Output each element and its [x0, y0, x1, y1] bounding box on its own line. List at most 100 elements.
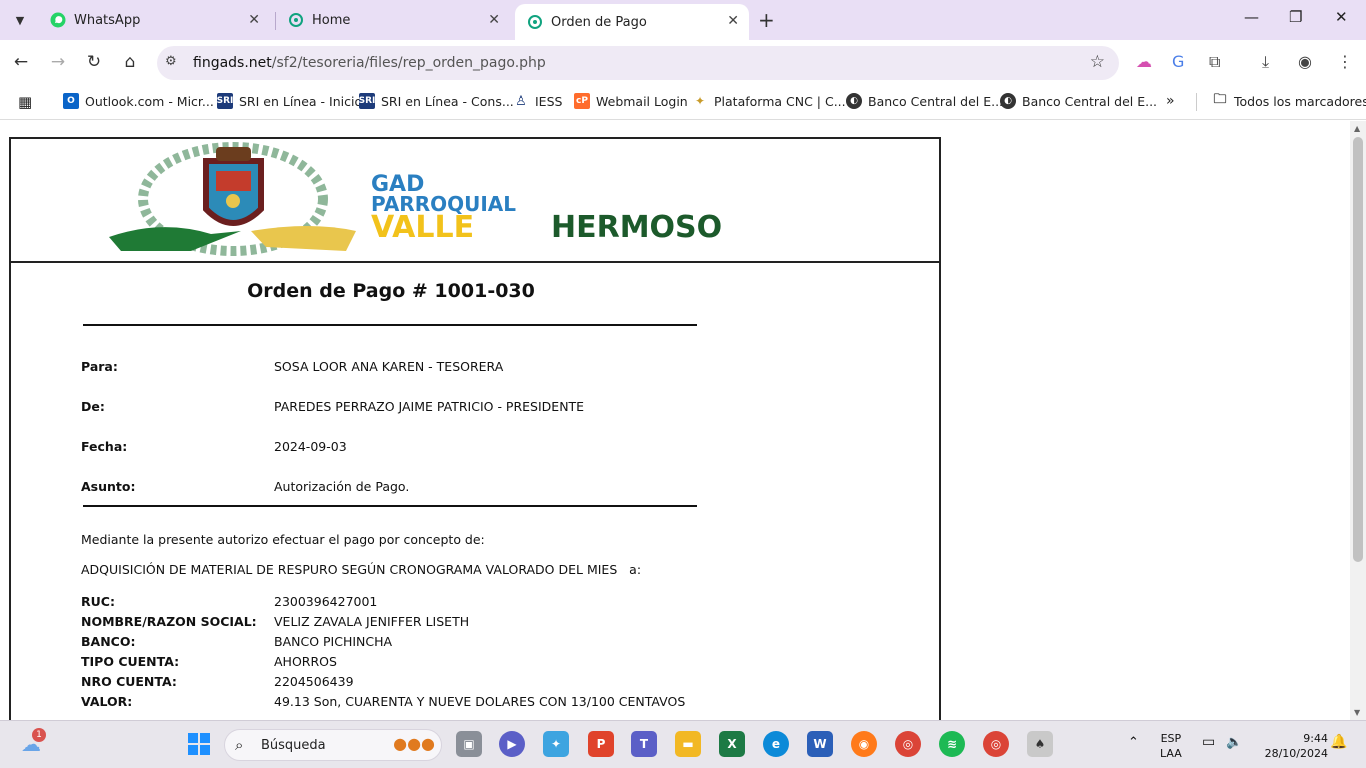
bookmark-banco-central-1[interactable]: ◐ Banco Central del E...: [846, 93, 1003, 109]
tab-home[interactable]: Home ✕: [276, 6, 510, 34]
para-label: Para:: [81, 359, 118, 374]
pdf-reader-icon[interactable]: P: [588, 731, 614, 757]
close-window-button[interactable]: ✕: [1335, 8, 1348, 26]
close-icon[interactable]: ✕: [488, 12, 500, 28]
spotify-icon[interactable]: ≋: [939, 731, 965, 757]
cloud-extension-icon[interactable]: ☁: [1136, 52, 1152, 71]
cnc-icon: ✦: [692, 93, 708, 109]
file-explorer-icon[interactable]: ▬: [675, 731, 701, 757]
all-bookmarks-folder[interactable]: 🗀 Todos los marcadores: [1212, 92, 1366, 109]
bookmark-label: Banco Central del E...: [868, 93, 1004, 109]
new-tab-button[interactable]: +: [758, 8, 775, 32]
notification-bell-icon[interactable]: 🔔: [1330, 735, 1347, 750]
bookmark-banco-central-2[interactable]: ◐ Banco Central del E...: [1000, 93, 1157, 109]
taskbar-search[interactable]: ⌕ Búsqueda ●●●: [224, 729, 442, 761]
url-text[interactable]: fingads.net/sf2/tesoreria/files/rep_orde…: [193, 55, 546, 71]
minimize-button[interactable]: —: [1244, 8, 1259, 26]
clock-time: 9:44: [1303, 732, 1328, 745]
site-info-icon[interactable]: ⚙: [165, 54, 177, 69]
vertical-scrollbar[interactable]: ▲ ▼: [1350, 121, 1366, 720]
logo-banner: GAD PARROQUIAL VALLE HERMOSO: [11, 139, 939, 263]
de-label: De:: [81, 399, 105, 414]
svg-text:HERMOSO: HERMOSO: [551, 210, 722, 245]
menu-kebab-icon[interactable]: ⋮: [1337, 52, 1353, 71]
clock[interactable]: 9:44 28/10/2024: [1258, 731, 1328, 761]
apps-grid-icon[interactable]: ▦: [18, 93, 32, 111]
chrome-profile-icon[interactable]: ◎: [983, 731, 1009, 757]
download-icon[interactable]: ⤓: [1262, 52, 1269, 72]
forward-button[interactable]: →: [47, 52, 69, 72]
volume-icon[interactable]: 🔈: [1226, 735, 1242, 750]
bookmarks-bar: ▦ O Outlook.com - Micr... SRI SRI en Línea…: [0, 86, 1366, 120]
de-value: PAREDES PERRAZO JAIME PATRICIO - PRESIDE…: [274, 399, 585, 414]
tab-orden-de-pago[interactable]: Orden de Pago ✕: [515, 4, 749, 40]
restore-button[interactable]: ❐: [1289, 8, 1302, 26]
scrollbar-thumb[interactable]: [1353, 137, 1363, 562]
back-button[interactable]: ←: [10, 52, 32, 72]
ruc-label: RUC:: [81, 594, 115, 609]
page-viewport: GAD PARROQUIAL VALLE HERMOSO Orden de Pa…: [0, 121, 1350, 720]
edge-icon[interactable]: e: [763, 731, 789, 757]
clock-date: 28/10/2024: [1264, 747, 1328, 760]
tab-whatsapp[interactable]: WhatsApp ✕: [38, 6, 270, 34]
nro-cuenta-value: 2204506439: [274, 674, 354, 689]
bookmark-sri-cons[interactable]: SRI SRI en Línea - Cons...: [359, 93, 514, 109]
valor-label: VALOR:: [81, 694, 133, 709]
arrow-left-icon: ←: [13, 52, 29, 72]
copilot-icon[interactable]: ✦: [543, 731, 569, 757]
openai-icon: [288, 12, 304, 28]
address-bar[interactable]: ⚙ fingads.net/sf2/tesoreria/files/rep_or…: [157, 46, 1119, 80]
tray-chevron-icon[interactable]: ⌃: [1128, 735, 1139, 750]
intro-text: Mediante la presente autorizo efectuar e…: [81, 532, 485, 547]
bookmark-label: Todos los marcadores: [1234, 93, 1366, 109]
folder-icon: 🗀: [1212, 92, 1228, 109]
solitaire-icon[interactable]: ♠: [1027, 731, 1053, 757]
teams-icon[interactable]: T: [631, 731, 657, 757]
bookmark-star-icon[interactable]: ☆: [1090, 52, 1105, 72]
arrow-right-icon: →: [50, 52, 66, 72]
translate-extension-icon[interactable]: G: [1172, 52, 1184, 71]
tab-label: WhatsApp: [74, 12, 141, 28]
task-view-icon[interactable]: ▣: [456, 731, 482, 757]
bookmark-outlook[interactable]: O Outlook.com - Micr...: [63, 93, 214, 109]
chevron-down-icon: ▼: [15, 13, 25, 27]
notification-badge: 1: [32, 728, 46, 742]
url-path: /sf2/tesoreria/files/rep_orden_pago.php: [271, 55, 546, 71]
banco-label: BANCO:: [81, 634, 136, 649]
tab-label: Orden de Pago: [551, 14, 647, 30]
excel-icon[interactable]: X: [719, 731, 745, 757]
nombre-label: NOMBRE/RAZON SOCIAL:: [81, 614, 257, 629]
bookmark-label: Plataforma CNC | C...: [714, 93, 846, 109]
network-icon[interactable]: ▭: [1202, 735, 1215, 750]
ruc-value: 2300396427001: [274, 594, 378, 609]
profile-avatar[interactable]: ◉: [1298, 52, 1312, 71]
firefox-icon[interactable]: ◉: [851, 731, 877, 757]
scroll-down-icon[interactable]: ▼: [1354, 708, 1360, 717]
bookmark-cnc[interactable]: ✦ Plataforma CNC | C...: [692, 93, 846, 109]
meet-icon[interactable]: ▶: [499, 731, 525, 757]
chrome-icon[interactable]: ◎: [895, 731, 921, 757]
language-indicator[interactable]: ESP LAA: [1160, 731, 1182, 761]
reload-icon: ↻: [86, 52, 102, 72]
fecha-label: Fecha:: [81, 439, 128, 454]
close-icon[interactable]: ✕: [248, 12, 260, 28]
close-icon[interactable]: ✕: [727, 13, 739, 29]
search-placeholder: Búsqueda: [261, 738, 326, 753]
more-bookmarks-chevron-icon[interactable]: »: [1166, 93, 1175, 109]
home-button[interactable]: ⌂: [119, 52, 141, 72]
iess-icon: ♙: [513, 93, 529, 109]
extensions-icon[interactable]: ⧉: [1209, 52, 1220, 72]
nro-cuenta-label: NRO CUENTA:: [81, 674, 177, 689]
tipo-cuenta-value: AHORROS: [274, 654, 337, 669]
openai-icon: [527, 14, 543, 30]
bookmark-sri-inicio[interactable]: SRI SRI en Línea - Inicio: [217, 93, 362, 109]
plus-icon: +: [758, 8, 775, 32]
word-icon[interactable]: W: [807, 731, 833, 757]
start-button[interactable]: [186, 731, 212, 757]
bookmark-webmail[interactable]: cP Webmail Login: [574, 93, 688, 109]
bookmark-iess[interactable]: ♙ IESS: [513, 93, 562, 109]
nombre-value: VELIZ ZAVALA JENIFFER LISETH: [274, 614, 470, 629]
reload-button[interactable]: ↻: [83, 52, 105, 72]
tab-search-button[interactable]: ▼: [8, 8, 32, 32]
scroll-up-icon[interactable]: ▲: [1354, 124, 1360, 133]
